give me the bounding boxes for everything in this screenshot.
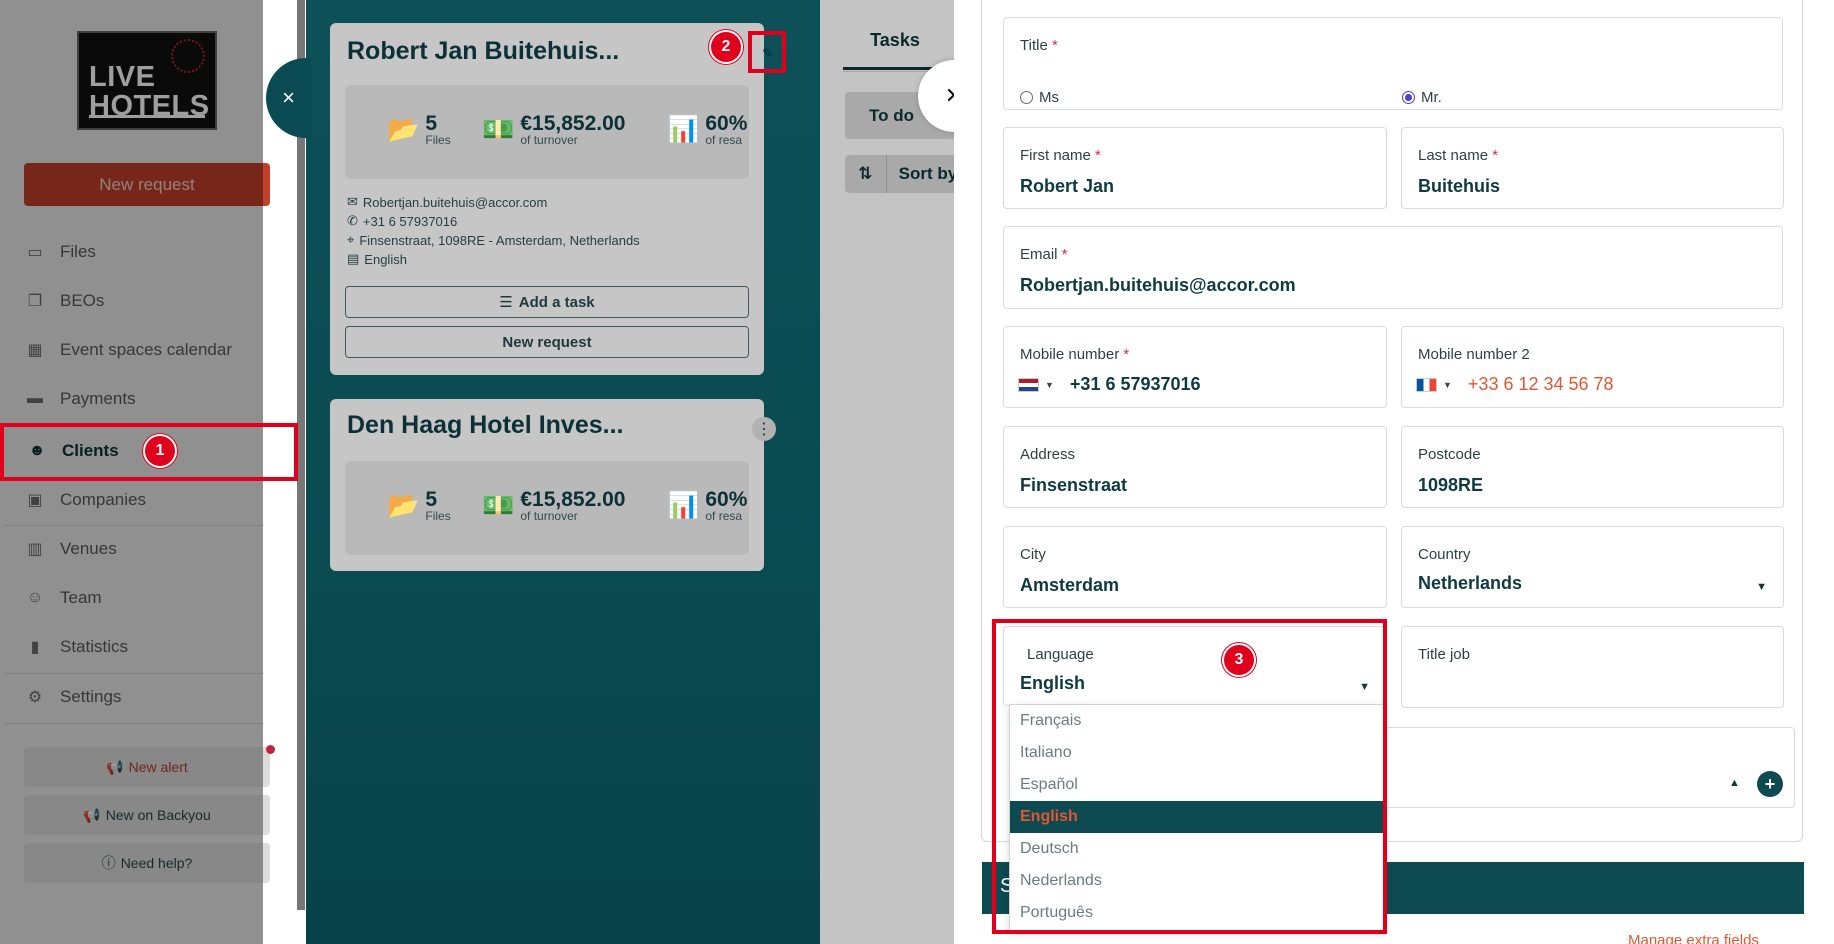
alert-notification-dot xyxy=(266,745,275,754)
first-name-field[interactable]: First name * Robert Jan xyxy=(1003,127,1387,209)
add-icon[interactable]: + xyxy=(1757,771,1783,797)
client-name: Robert Jan Buitehuis... xyxy=(347,37,620,65)
postcode-field[interactable]: Postcode 1098RE xyxy=(1401,426,1784,508)
client-phone: ✆ +31 6 57937016 xyxy=(347,213,458,229)
email-label: Email * xyxy=(1020,246,1068,263)
location-pin-icon: ⌖ xyxy=(347,232,355,247)
title-job-label: Title job xyxy=(1418,646,1470,663)
city-value: Amsterdam xyxy=(1020,575,1120,595)
address-value: Finsenstraat xyxy=(1020,475,1128,495)
envelope-icon: ✉ xyxy=(347,194,358,209)
tasks-panel: Tasks To do ⇅ Sort by xyxy=(820,0,954,944)
clients-panel: Robert Jan Buitehuis... ✎ 📂 5 Files 💵 €15… xyxy=(306,0,820,944)
annotation-step-3: 3 xyxy=(1224,645,1254,675)
collapse-sidebar-close-icon[interactable]: × xyxy=(266,58,311,138)
bar-chart-icon: 📊 xyxy=(667,114,700,144)
annotation-step-1: 1 xyxy=(145,436,175,466)
tasks-overlay xyxy=(820,0,954,944)
more-options-icon[interactable]: ⋮ xyxy=(752,417,776,441)
annotation-highlight-language xyxy=(992,619,1387,934)
title-field: Title * Ms Mr. xyxy=(1003,17,1783,110)
client-new-request-button[interactable]: New request xyxy=(345,326,749,358)
chevron-down-icon[interactable]: ▼ xyxy=(1443,380,1452,390)
mobile-number-input[interactable]: ▼ +31 6 57937016 xyxy=(1018,374,1201,395)
mobile-number-2-input[interactable]: ▼ +33 6 12 34 56 78 xyxy=(1416,374,1614,395)
mobile-number-label: Mobile number * xyxy=(1020,346,1130,363)
city-field[interactable]: City Amsterdam xyxy=(1003,526,1387,608)
task-list-icon: ☰ xyxy=(499,294,513,311)
stat-files: 📂 5 Files xyxy=(387,112,451,147)
last-name-label: Last name * xyxy=(1418,147,1499,164)
client-address: ⌖ Finsenstraat, 1098RE - Amsterdam, Nethe… xyxy=(347,232,640,248)
stat-resa: 📊 60% of resa xyxy=(667,488,748,523)
annotation-highlight-edit xyxy=(748,31,786,73)
postcode-label: Postcode xyxy=(1418,446,1481,463)
client-stats: 📂 5 Files 💵 €15,852.00 of turnover 📊 60% of… xyxy=(345,461,749,555)
client-language: ▤ English xyxy=(347,251,407,267)
france-flag-icon[interactable] xyxy=(1416,377,1437,392)
chevron-down-icon[interactable]: ▼ xyxy=(1045,380,1054,390)
radio-selected-icon xyxy=(1402,91,1415,104)
folder-open-icon: 📂 xyxy=(387,114,420,144)
manage-extra-fields-link[interactable]: Manage extra fields xyxy=(1628,932,1759,944)
country-label: Country xyxy=(1418,546,1471,563)
country-value: Netherlands xyxy=(1418,573,1523,593)
money-icon: 💵 xyxy=(482,490,515,520)
address-label: Address xyxy=(1020,446,1076,463)
first-name-label: First name * xyxy=(1020,147,1101,164)
chevron-up-icon[interactable]: ▲ xyxy=(1729,777,1740,789)
email-field[interactable]: Email * Robertjan.buitehuis@accor.com xyxy=(1003,226,1783,309)
client-name: Den Haag Hotel Inves... xyxy=(347,411,624,439)
bar-chart-icon: 📊 xyxy=(667,490,700,520)
title-radio-mr[interactable]: Mr. xyxy=(1402,89,1442,106)
client-card[interactable]: Robert Jan Buitehuis... ✎ 📂 5 Files 💵 €15… xyxy=(330,23,774,375)
client-card[interactable]: Den Haag Hotel Inves... ⋮ 📂 5 Files 💵 €15… xyxy=(330,399,776,571)
radio-icon xyxy=(1020,91,1033,104)
extra-field-select[interactable] xyxy=(1384,727,1795,808)
mobile-number-2-field[interactable]: Mobile number 2 ▼ +33 6 12 34 56 78 xyxy=(1401,326,1784,408)
first-name-value: Robert Jan xyxy=(1020,176,1115,196)
mobile-number-2-label: Mobile number 2 xyxy=(1418,346,1530,363)
stat-files: 📂 5 Files xyxy=(387,488,451,523)
stat-turnover: 💵 €15,852.00 of turnover xyxy=(482,112,626,147)
email-value: Robertjan.buitehuis@accor.com xyxy=(1020,275,1296,295)
client-email: ✉ Robertjan.buitehuis@accor.com xyxy=(347,194,548,210)
stat-turnover: 💵 €15,852.00 of turnover xyxy=(482,488,626,523)
phone-icon: ✆ xyxy=(347,213,358,228)
folder-open-icon: 📂 xyxy=(387,490,420,520)
last-name-field[interactable]: Last name * Buitehuis xyxy=(1401,127,1784,209)
client-stats: 📂 5 Files 💵 €15,852.00 of turnover 📊 60% of… xyxy=(345,85,749,179)
title-job-field[interactable]: Title job xyxy=(1401,626,1784,708)
annotation-step-2: 2 xyxy=(711,32,741,62)
last-name-value: Buitehuis xyxy=(1418,176,1501,196)
country-select[interactable]: Country Netherlands ▼ xyxy=(1401,526,1784,608)
add-task-button[interactable]: ☰ Add a task xyxy=(345,286,749,318)
city-label: City xyxy=(1020,546,1046,563)
chevron-down-icon[interactable]: ▼ xyxy=(1756,581,1767,593)
address-field[interactable]: Address Finsenstraat xyxy=(1003,426,1387,508)
title-label: Title * xyxy=(1020,37,1058,54)
title-radio-ms[interactable]: Ms xyxy=(1020,89,1059,106)
netherlands-flag-icon[interactable] xyxy=(1018,377,1039,392)
postcode-value: 1098RE xyxy=(1418,475,1484,495)
money-icon: 💵 xyxy=(482,114,515,144)
stat-resa: 📊 60% of resa xyxy=(667,112,748,147)
id-card-icon: ▤ xyxy=(347,251,360,266)
mobile-number-field[interactable]: Mobile number * ▼ +31 6 57937016 xyxy=(1003,326,1387,408)
